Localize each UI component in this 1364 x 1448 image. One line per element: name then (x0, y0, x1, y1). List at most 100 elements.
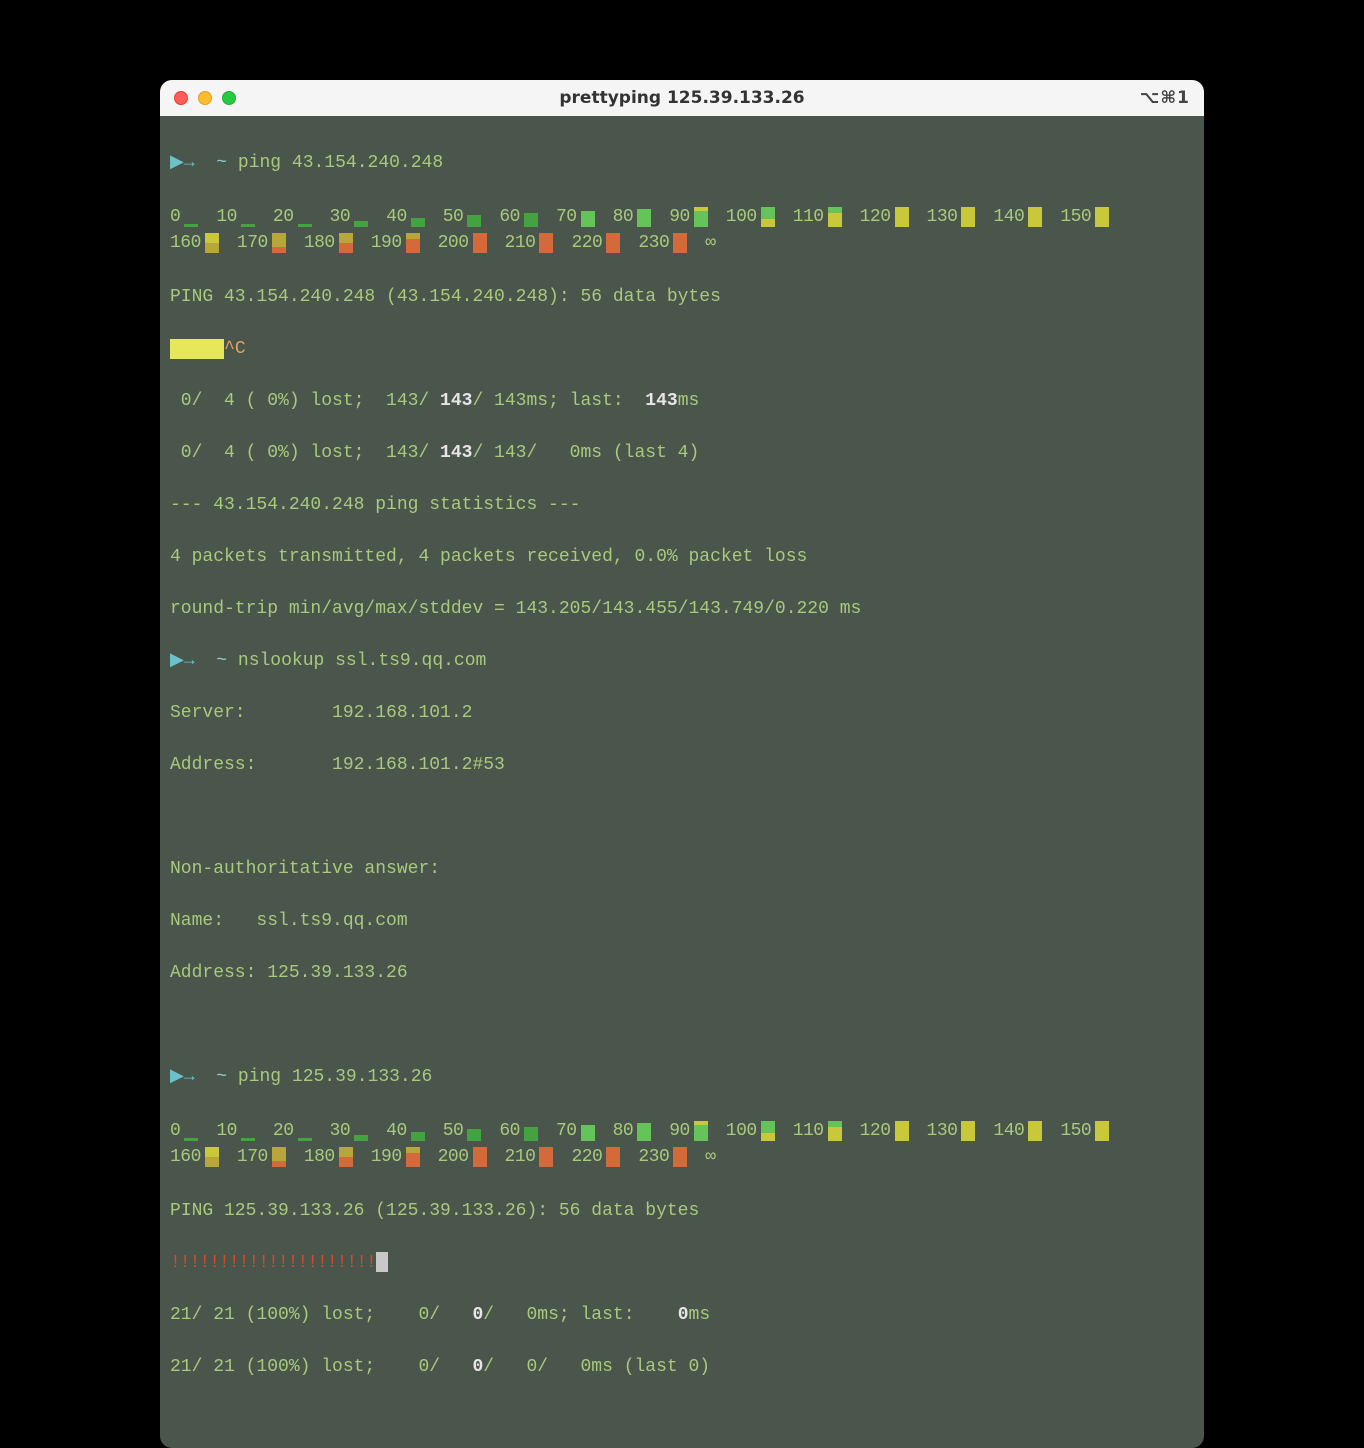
legend-bar-icon (205, 1147, 219, 1167)
blank-line (170, 1012, 1194, 1038)
legend-label: ∞ (705, 1144, 715, 1170)
ping-header-1: PING 43.154.240.248 (43.154.240.248): 56… (170, 284, 1194, 310)
legend-item: ∞ (705, 230, 719, 256)
legend-label: 20 (273, 1118, 294, 1144)
legend-item: 210 (505, 230, 572, 256)
legend-bar-icon (467, 207, 481, 227)
legend-item: 150 (1060, 1118, 1127, 1144)
terminal-body[interactable]: ▶→ ~ ping 43.154.240.248 010203040506070… (160, 116, 1204, 1448)
legend-label: 170 (237, 230, 268, 256)
legend-label: 180 (304, 1144, 335, 1170)
legend-item: 220 (571, 230, 638, 256)
legend-bar-icon (411, 207, 425, 227)
legend-label: 90 (669, 204, 690, 230)
legend-label: 70 (556, 1118, 577, 1144)
legend-bar-icon (694, 1121, 708, 1141)
legend-item: 190 (371, 230, 438, 256)
stat-line-1a: 0/ 4 ( 0%) lost; 143/ 143/ 143ms; last: … (170, 388, 1194, 414)
legend-item: 30 (330, 1118, 387, 1144)
legend-bar-icon (1028, 1121, 1042, 1141)
legend-label: 130 (927, 204, 958, 230)
legend-item: 90 (669, 1118, 726, 1144)
legend-bar-icon (1095, 207, 1109, 227)
stat-line-2b: 21/ 21 (100%) lost; 0/ 0/ 0/ 0ms (last 0… (170, 1354, 1194, 1380)
legend-bar-icon (1095, 1121, 1109, 1141)
legend-item: 30 (330, 204, 387, 230)
legend-item: 200 (438, 1144, 505, 1170)
legend-bar-icon (673, 233, 687, 253)
legend-item: 210 (505, 1144, 572, 1170)
legend-bar-icon (524, 207, 538, 227)
nslookup-nonauth: Non-authoritative answer: (170, 856, 1194, 882)
legend-item: 60 (499, 1118, 556, 1144)
terminal-window: prettyping 125.39.133.26 ⌥⌘1 ▶→ ~ ping 4… (160, 80, 1204, 1448)
stats-line-2: round-trip min/avg/max/stddev = 143.205/… (170, 596, 1194, 622)
legend-bar-icon (241, 1121, 255, 1141)
nslookup-addr2: Address: 125.39.133.26 (170, 960, 1194, 986)
legend-label: 230 (638, 230, 669, 256)
legend-label: 220 (571, 1144, 602, 1170)
legend-label: 170 (237, 1144, 268, 1170)
legend-label: 190 (371, 230, 402, 256)
legend-label: 150 (1060, 1118, 1091, 1144)
legend-bar-icon (694, 207, 708, 227)
legend-bar-icon (761, 207, 775, 227)
legend-item: 100 (726, 1118, 793, 1144)
legend-bar-icon (205, 233, 219, 253)
legend-bar-icon (272, 1147, 286, 1167)
legend-label: 220 (571, 230, 602, 256)
latency-legend-2: 0102030405060708090100110120130140150160… (170, 1118, 1194, 1170)
ping-header-2: PING 125.39.133.26 (125.39.133.26): 56 d… (170, 1198, 1194, 1224)
legend-label: 60 (499, 204, 520, 230)
progress-row-1: ^C (170, 336, 1194, 362)
legend-item: 60 (499, 204, 556, 230)
legend-item: 130 (927, 204, 994, 230)
cmd-text: ping 43.154.240.248 (238, 153, 443, 173)
stats-line-1: 4 packets transmitted, 4 packets receive… (170, 544, 1194, 570)
legend-bar-icon (406, 1147, 420, 1167)
legend-label: 100 (726, 1118, 757, 1144)
nslookup-address: Address: 192.168.101.2#53 (170, 752, 1194, 778)
legend-bar-icon (241, 207, 255, 227)
legend-item: 230 (638, 230, 705, 256)
legend-label: 120 (860, 204, 891, 230)
legend-bar-icon (184, 1121, 198, 1141)
legend-bar-icon (539, 1147, 553, 1167)
legend-item: 40 (386, 204, 443, 230)
legend-label: 80 (613, 1118, 634, 1144)
legend-label: 210 (505, 230, 536, 256)
cmd-text: nslookup ssl.ts9.qq.com (238, 651, 486, 671)
window-title: prettyping 125.39.133.26 (160, 88, 1204, 108)
legend-item: 150 (1060, 204, 1127, 230)
legend-label: 180 (304, 230, 335, 256)
legend-label: 30 (330, 1118, 351, 1144)
legend-label: 110 (793, 204, 824, 230)
legend-item: ∞ (705, 1144, 719, 1170)
legend-bar-icon (524, 1121, 538, 1141)
legend-bar-icon (1028, 207, 1042, 227)
legend-item: 50 (443, 204, 500, 230)
prompt-line-2: ▶→ ~ nslookup ssl.ts9.qq.com (170, 648, 1194, 674)
legend-item: 130 (927, 1118, 994, 1144)
legend-label: 0 (170, 1118, 180, 1144)
legend-bar-icon (828, 207, 842, 227)
legend-label: 10 (216, 1118, 237, 1144)
prompt-line-1: ▶→ ~ ping 43.154.240.248 (170, 150, 1194, 176)
latency-legend-1: 0102030405060708090100110120130140150160… (170, 204, 1194, 256)
titlebar[interactable]: prettyping 125.39.133.26 ⌥⌘1 (160, 80, 1204, 116)
legend-bar-icon (761, 1121, 775, 1141)
legend-item: 100 (726, 204, 793, 230)
legend-label: 10 (216, 204, 237, 230)
legend-item: 170 (237, 230, 304, 256)
legend-item: 200 (438, 230, 505, 256)
legend-label: 90 (669, 1118, 690, 1144)
legend-item: 0 (170, 204, 216, 230)
legend-bar-icon (298, 207, 312, 227)
stat-line-2a: 21/ 21 (100%) lost; 0/ 0/ 0ms; last: 0ms (170, 1302, 1194, 1328)
legend-item: 90 (669, 204, 726, 230)
legend-label: ∞ (705, 230, 715, 256)
legend-label: 50 (443, 204, 464, 230)
ctrl-c: ^C (224, 339, 246, 359)
legend-bar-icon (339, 233, 353, 253)
legend-label: 140 (993, 204, 1024, 230)
